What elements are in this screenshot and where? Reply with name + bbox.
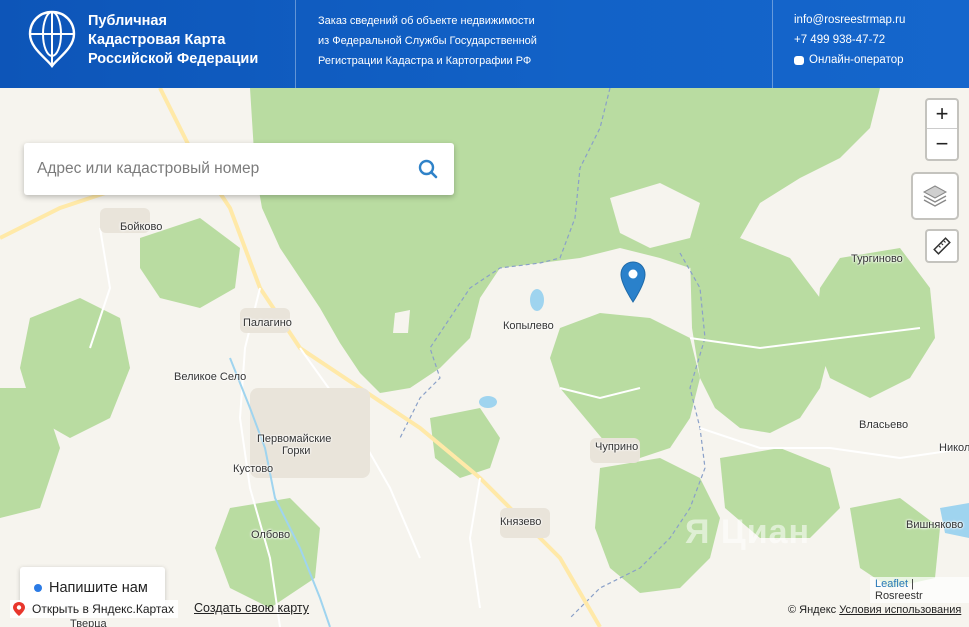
- place-label: Никол: [939, 442, 969, 454]
- place-label: Тургиново: [851, 253, 903, 265]
- online-operator-link[interactable]: Онлайн-оператор: [794, 50, 969, 70]
- layers-button[interactable]: [911, 172, 959, 220]
- online-operator-label: Онлайн-оператор: [809, 54, 904, 66]
- email-link[interactable]: info@rosreestrmap.ru: [794, 10, 969, 30]
- service-description-line: Заказ сведений об объекте недвижимости: [318, 15, 535, 27]
- zoom-out-button[interactable]: −: [927, 129, 957, 158]
- zoom-in-button[interactable]: +: [927, 100, 957, 129]
- site-title-line: Российской Федерации: [88, 51, 259, 67]
- zoom-control: + −: [925, 98, 959, 161]
- chat-bubble-icon: [794, 55, 804, 65]
- leaflet-link[interactable]: Leaflet: [875, 578, 908, 590]
- search-icon: [418, 159, 438, 179]
- terms-of-use-link[interactable]: Условия использования: [839, 604, 961, 616]
- site-title: Публичная Кадастровая Карта Российской Ф…: [88, 10, 258, 69]
- location-pin-icon[interactable]: [620, 261, 646, 303]
- yandex-copyright: © Яндекс Условия использования: [788, 604, 961, 616]
- place-label: Олбово: [251, 529, 291, 541]
- place-label: Бойково: [120, 221, 163, 233]
- place-label: Копылево: [503, 320, 554, 332]
- search-input[interactable]: [37, 160, 416, 178]
- service-description: Заказ сведений об объекте недвижимости и…: [296, 0, 773, 88]
- copyright-text: © Яндекс: [788, 604, 837, 616]
- open-in-yandex-maps-label: Открыть в Яндекс.Картах: [32, 602, 174, 616]
- brand[interactable]: Публичная Кадастровая Карта Российской Ф…: [0, 0, 296, 88]
- phone-link[interactable]: +7 499 938-47-72: [794, 30, 969, 50]
- attribution-separator: |: [908, 578, 914, 590]
- site-title-line: Публичная: [88, 13, 167, 29]
- search-button[interactable]: [416, 157, 440, 181]
- search-box: [24, 143, 454, 195]
- place-label: Тверца: [70, 618, 107, 627]
- place-label: Палагино: [243, 317, 292, 329]
- place-label: Великое Село: [174, 371, 247, 383]
- service-description-line: Регистрации Кадастра и Картографии РФ: [318, 55, 532, 67]
- status-dot-icon: [34, 583, 42, 592]
- map-canvas[interactable]: Бойково Палагино Великое Село Первомайск…: [0, 88, 969, 627]
- place-label: Князево: [500, 516, 542, 528]
- measure-button[interactable]: [925, 229, 959, 263]
- contacts: info@rosreestrmap.ru +7 499 938-47-72 Он…: [773, 0, 969, 88]
- site-title-line: Кадастровая Карта: [88, 32, 226, 48]
- site-header: Публичная Кадастровая Карта Российской Ф…: [0, 0, 969, 88]
- place-label: Кустово: [233, 463, 274, 475]
- place-label: Власьево: [859, 419, 909, 431]
- watermark: Я Циан: [685, 513, 811, 551]
- open-in-yandex-maps-link[interactable]: Открыть в Яндекс.Картах: [10, 600, 178, 618]
- globe-pin-logo-icon: [28, 10, 76, 68]
- place-label: Чуприно: [595, 441, 639, 453]
- write-to-us-label: Напишите нам: [49, 579, 148, 596]
- service-description-line: из Федеральной Службы Государственной: [318, 35, 537, 47]
- map-attribution: Leaflet | Rosreestr: [870, 577, 969, 603]
- layers-icon: [922, 185, 948, 207]
- place-label: Горки: [282, 445, 311, 457]
- attribution-source: Rosreestr: [875, 590, 923, 602]
- create-map-link[interactable]: Создать свою карту: [194, 601, 309, 615]
- place-label: Вишняково: [906, 519, 964, 531]
- ruler-icon: [933, 237, 951, 255]
- yandex-pin-icon: [13, 602, 25, 616]
